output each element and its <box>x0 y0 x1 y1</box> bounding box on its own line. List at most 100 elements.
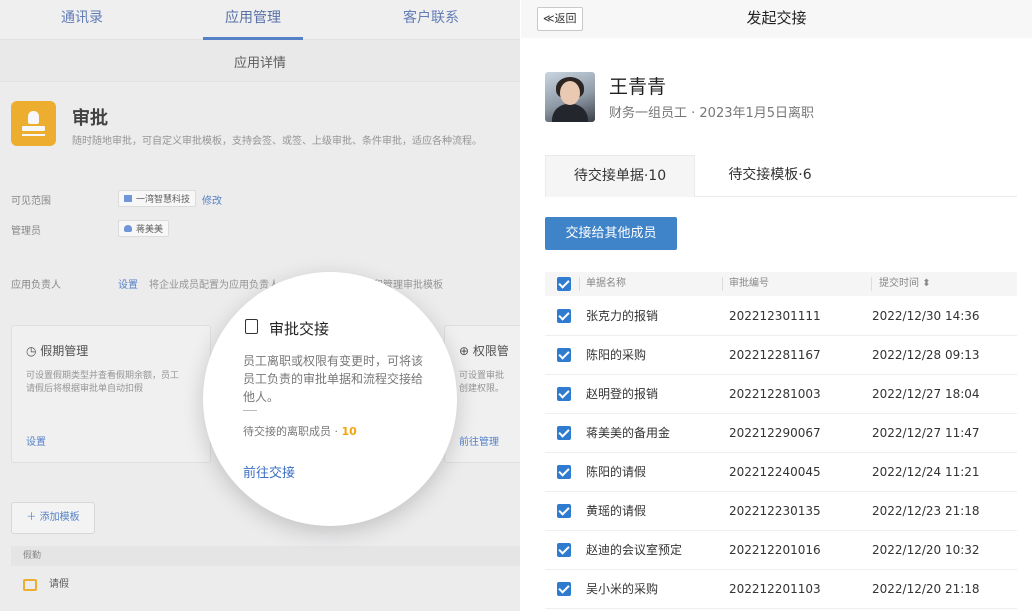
row-time: 2022/12/20 10:32 <box>872 543 980 557</box>
handover-to-member-button[interactable]: 交接给其他成员 <box>545 217 677 250</box>
table-row[interactable]: 陈阳的采购 202212281167 2022/12/28 09:13 <box>545 336 1017 375</box>
app-detail-panel: 通讯录 应用管理 客户联系 应用详情 审批 随时随地审批，可自定义审批模板，支持… <box>0 0 520 611</box>
row-time: 2022/12/24 11:21 <box>872 465 980 479</box>
row-name: 吴小米的采购 <box>586 582 659 596</box>
row-checkbox[interactable] <box>557 348 571 362</box>
row-checkbox[interactable] <box>557 465 571 479</box>
leave-manage-desc: 可设置假期类型并查看假期余额，员工 请假后将根据审批单自动扣假 <box>26 371 180 394</box>
row-number: 202212301111 <box>729 309 821 323</box>
modify-scope-link[interactable]: 修改 <box>202 192 222 207</box>
row-name: 蒋美美的备用金 <box>586 426 671 440</box>
avatar <box>545 72 595 122</box>
table-row[interactable]: 陈阳的请假 202212240045 2022/12/24 11:21 <box>545 453 1017 492</box>
admin-chip: 蒋美美 <box>118 220 170 237</box>
row-checkbox[interactable] <box>557 543 571 557</box>
divider <box>243 410 257 411</box>
column-name: 单据名称 <box>586 278 626 289</box>
column-separator <box>871 277 872 291</box>
handover-tabs: 待交接单据·10 待交接模板·6 <box>545 155 1017 197</box>
row-time: 2022/12/30 14:36 <box>872 309 980 323</box>
row-name: 黄瑶的请假 <box>586 504 647 518</box>
tab-pending-forms[interactable]: 待交接单据·10 <box>545 155 695 197</box>
app-title: 审批 <box>72 108 108 129</box>
table-row[interactable]: 赵明登的报销 202212281003 2022/12/27 18:04 <box>545 375 1017 414</box>
leave-manage-card[interactable]: ◷ 假期管理 可设置假期类型并查看假期余额，员工 请假后将根据审批单自动扣假 设… <box>11 325 211 463</box>
scope-value: 一湾智慧科技 <box>136 195 191 205</box>
table-row[interactable]: 赵迪的会议室预定 202212201016 2022/12/20 10:32 <box>545 531 1017 570</box>
scope-chip: 一湾智慧科技 <box>118 190 197 207</box>
magnifier-description: 员工离职或权限有变更时，可将该员工负责的审批单据和流程交接给他人。 <box>243 354 424 404</box>
row-number: 202212290067 <box>729 426 821 440</box>
handover-header: ≪返回 发起交接 <box>521 0 1032 38</box>
group-header: 假勤 <box>11 546 520 566</box>
row-number: 202212201016 <box>729 543 821 557</box>
folder-icon <box>124 195 132 202</box>
select-all-checkbox[interactable] <box>557 277 571 291</box>
handover-panel: ≪返回 发起交接 王青青 财务一组员工 · 2023年1月5日离职 待交接单据·… <box>521 0 1032 611</box>
page-subtitle: 应用详情 <box>0 40 520 82</box>
column-separator <box>579 277 580 291</box>
list-item-leave[interactable]: 请假 <box>11 573 520 597</box>
calendar-icon <box>23 579 37 591</box>
row-checkbox[interactable] <box>557 426 571 440</box>
user-info: 财务一组员工 · 2023年1月5日离职 <box>609 106 815 121</box>
page-title: 发起交接 <box>746 9 807 27</box>
leave-manage-title: ◷ 假期管理 <box>26 344 89 358</box>
row-checkbox[interactable] <box>557 582 571 596</box>
visible-scope-label: 可见范围 <box>11 196 51 207</box>
row-checkbox[interactable] <box>557 387 571 401</box>
list-item-label: 请假 <box>49 579 69 590</box>
tab-customer[interactable]: 客户联系 <box>381 0 481 40</box>
pending-members-count: 待交接的离职成员 · 10 <box>243 425 357 438</box>
go-handover-link[interactable]: 前往交接 <box>243 462 295 481</box>
add-template-button[interactable]: ＋ 添加模板 <box>11 502 95 534</box>
tab-app-manage[interactable]: 应用管理 <box>203 0 303 40</box>
table-row[interactable]: 蒋美美的备用金 202212290067 2022/12/27 11:47 <box>545 414 1017 453</box>
row-time: 2022/12/27 18:04 <box>872 387 980 401</box>
column-time[interactable]: 提交时间 ⬍ <box>879 272 931 296</box>
approval-handover-magnifier: 审批交接 员工离职或权限有变更时，可将该员工负责的审批单据和流程交接给他人。 待… <box>203 272 457 526</box>
row-time: 2022/12/27 11:47 <box>872 426 980 440</box>
column-number: 审批编号 <box>729 278 769 289</box>
top-nav: 通讯录 应用管理 客户联系 <box>0 0 520 40</box>
row-number: 202212281167 <box>729 348 821 362</box>
owner-set-link[interactable]: 设置 <box>118 276 138 291</box>
admin-value: 蒋美美 <box>136 225 164 235</box>
person-icon <box>124 225 132 232</box>
row-time: 2022/12/20 21:18 <box>872 582 980 596</box>
permission-manage-link[interactable]: 前往管理 <box>459 433 499 448</box>
sort-icon: ⬍ <box>922 278 931 289</box>
tab-contacts[interactable]: 通讯录 <box>39 0 125 40</box>
row-number: 202212240045 <box>729 465 821 479</box>
column-separator <box>722 277 723 291</box>
row-time: 2022/12/23 21:18 <box>872 504 980 518</box>
row-number: 202212281003 <box>729 387 821 401</box>
clipboard-icon <box>245 319 258 334</box>
row-checkbox[interactable] <box>557 504 571 518</box>
screen: 通讯录 应用管理 客户联系 应用详情 审批 随时随地审批，可自定义审批模板，支持… <box>0 0 1032 611</box>
row-name: 张克力的报销 <box>586 309 659 323</box>
owner-label: 应用负责人 <box>11 280 61 291</box>
row-number: 202212230135 <box>729 504 821 518</box>
table-row[interactable]: 张克力的报销 202212301111 2022/12/30 14:36 <box>545 297 1017 336</box>
row-name: 赵迪的会议室预定 <box>586 543 683 557</box>
permission-desc: 可设置审批 创建权限。 <box>459 371 505 394</box>
table-header: 单据名称 审批编号 提交时间 ⬍ <box>545 272 1017 296</box>
approval-stamp-icon <box>11 101 56 146</box>
row-name: 赵明登的报销 <box>586 387 659 401</box>
row-number: 202212201103 <box>729 582 821 596</box>
row-time: 2022/12/28 09:13 <box>872 348 980 362</box>
owner-hint: 将企业成员配置为应用负责人 <box>149 280 279 291</box>
admin-label: 管理员 <box>11 226 41 237</box>
row-name: 陈阳的采购 <box>586 348 647 362</box>
tab-pending-templates[interactable]: 待交接模板·6 <box>695 155 845 197</box>
table-row[interactable]: 黄瑶的请假 202212230135 2022/12/23 21:18 <box>545 492 1017 531</box>
magnifier-title: 审批交接 <box>269 320 330 338</box>
user-name: 王青青 <box>609 76 667 98</box>
permission-title: ⊕ 权限管 <box>459 344 509 358</box>
leave-settings-link[interactable]: 设置 <box>26 433 46 448</box>
app-description: 随时随地审批，可自定义审批模板，支持会签、或签、上级审批、条件审批，适应各种流程… <box>72 136 482 147</box>
row-name: 陈阳的请假 <box>586 465 647 479</box>
table-row[interactable]: 吴小米的采购 202212201103 2022/12/20 21:18 <box>545 570 1017 609</box>
row-checkbox[interactable] <box>557 309 571 323</box>
